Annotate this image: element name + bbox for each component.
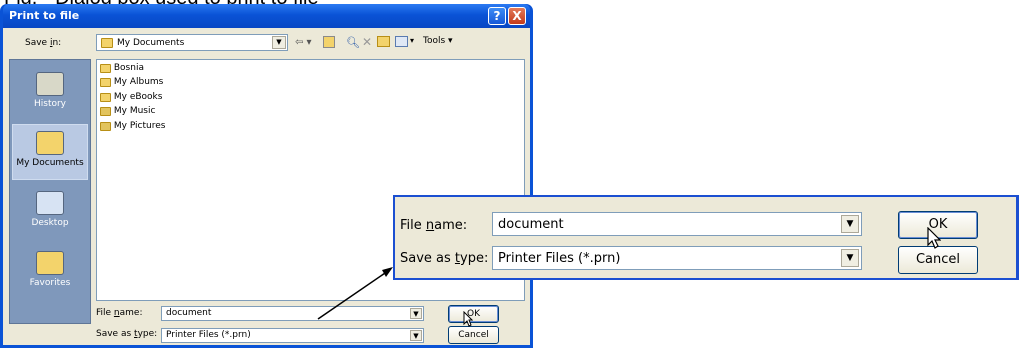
zoom-cancel-button[interactable]: Cancel: [898, 246, 978, 274]
chevron-down-icon[interactable]: ▼: [841, 249, 859, 267]
callout-arrow: [317, 267, 393, 320]
zoom-save-as-type-value: Printer Files (*.prn): [498, 251, 621, 266]
zoom-file-name-field[interactable]: document ▼: [492, 212, 862, 236]
zoom-file-name-value: document: [498, 217, 564, 232]
zoom-save-as-type-select[interactable]: Printer Files (*.prn) ▼: [492, 246, 862, 270]
chevron-down-icon[interactable]: ▼: [841, 215, 859, 233]
zoom-callout: File name: document ▼ Save as type: Prin…: [393, 195, 1019, 280]
zoom-save-as-type-label: Save as type:: [400, 251, 489, 266]
zoom-mouse-cursor-icon: [927, 227, 941, 249]
zoom-cancel-label: Cancel: [915, 252, 961, 267]
zoom-file-name-label: File name:: [400, 218, 468, 233]
